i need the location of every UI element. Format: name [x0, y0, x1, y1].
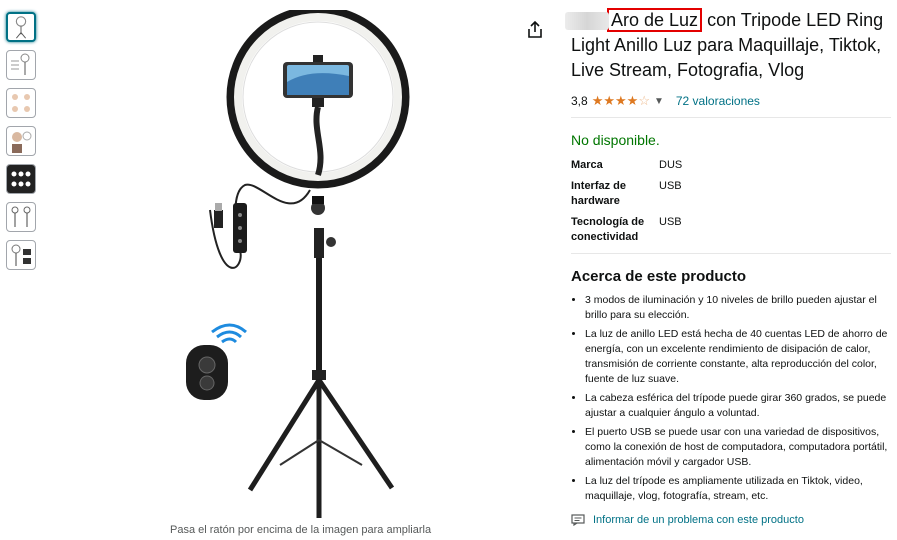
report-label: Informar de un problema con este product…: [593, 514, 804, 526]
list-item: La luz del trípode es ampliamente utiliz…: [585, 474, 891, 504]
main-product-image[interactable]: [140, 5, 540, 520]
rating-row: 3,8 ★★★★☆ ▼ 72 valoraciones: [571, 93, 891, 109]
title-first-line: con Tripode LED Ring: [702, 10, 884, 30]
thumbnail-5[interactable]: [6, 164, 36, 194]
product-title: Aro de Luz con Tripode LED Ring Light An…: [565, 8, 891, 83]
spec-key: Tecnología de conectividad: [571, 216, 645, 243]
about-section: Acerca de este producto 3 modos de ilumi…: [571, 268, 891, 504]
availability-status: No disponible.: [571, 132, 660, 148]
divider: [571, 117, 891, 118]
spec-key: Interfaz de hardware: [571, 180, 627, 207]
list-item: 3 modos de iluminación y 10 niveles de b…: [585, 293, 891, 323]
title-rest: Light Anillo Luz para Maquillaje, Tiktok…: [571, 35, 882, 80]
spec-value: USB: [659, 216, 682, 228]
list-item: El puerto USB se puede usar con una vari…: [585, 425, 891, 470]
share-icon[interactable]: [526, 20, 544, 40]
divider: [571, 253, 891, 254]
feedback-icon: [571, 514, 585, 526]
spec-row-connectivity: Tecnología de conectividad USB: [571, 215, 891, 245]
filled-stars: ★★★★: [591, 93, 639, 108]
product-info: Aro de Luz con Tripode LED Ring Light An…: [565, 8, 891, 526]
thumbnail-6[interactable]: [6, 202, 36, 232]
rating-value: 3,8: [571, 94, 588, 108]
thumbnail-4[interactable]: [6, 126, 36, 156]
zoom-hint: Pasa el ratón por encima de la imagen pa…: [170, 524, 432, 536]
about-bullets: 3 modos de iluminación y 10 niveles de b…: [571, 293, 891, 504]
empty-star: ☆: [638, 93, 650, 108]
title-highlight: Aro de Luz: [607, 8, 703, 32]
about-heading: Acerca de este producto: [571, 268, 747, 285]
thumbnail-strip: [6, 12, 38, 278]
spec-table: Marca DUS Interfaz de hardware USB Tecno…: [571, 158, 891, 245]
thumbnail-2[interactable]: [6, 50, 36, 80]
list-item: La cabeza esférica del trípode puede gir…: [585, 391, 891, 421]
ratings-count-link[interactable]: 72 valoraciones: [676, 94, 760, 108]
spec-value: DUS: [659, 159, 683, 171]
report-problem-link[interactable]: Informar de un problema con este product…: [571, 514, 891, 526]
thumbnail-1[interactable]: [6, 12, 36, 42]
list-item: La luz de anillo LED está hecha de 40 cu…: [585, 327, 891, 387]
star-rating-icon[interactable]: ★★★★☆: [592, 93, 650, 109]
spec-row-hardware-interface: Interfaz de hardware USB: [571, 179, 891, 209]
thumbnail-7[interactable]: [6, 240, 36, 270]
thumbnail-3[interactable]: [6, 88, 36, 118]
spec-value: USB: [659, 180, 682, 192]
chevron-down-icon[interactable]: ▼: [654, 96, 664, 107]
spec-row-brand: Marca DUS: [571, 158, 891, 173]
brand-name-blurred: [565, 12, 609, 30]
spec-key: Marca: [571, 159, 603, 171]
